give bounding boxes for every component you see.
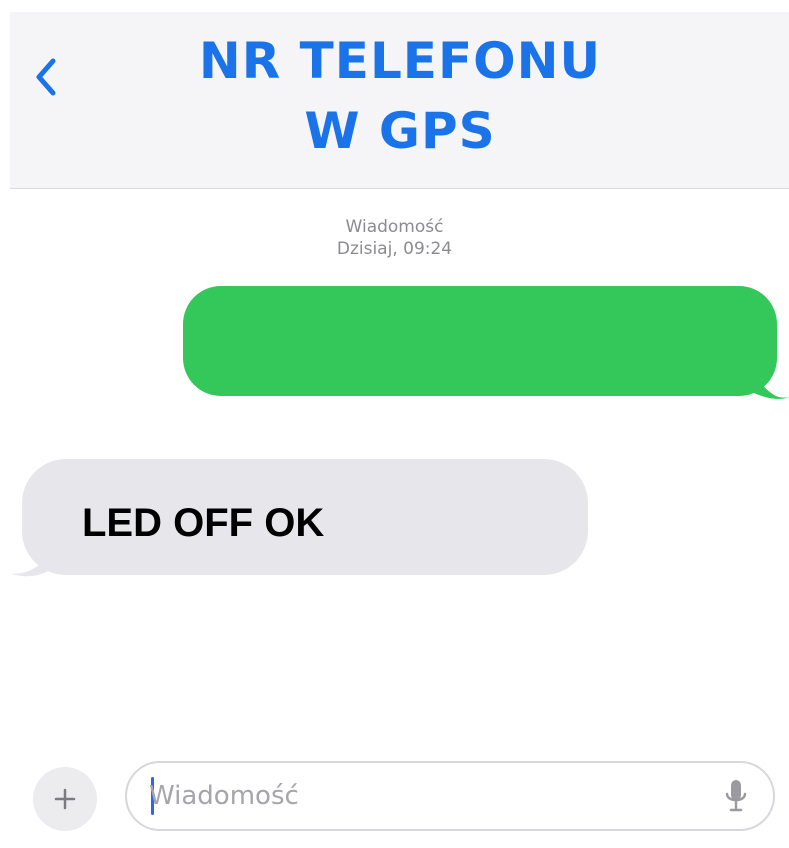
incoming-bubble-tail	[10, 538, 54, 577]
incoming-message-bubble[interactable]: LED OFF OK	[22, 459, 588, 575]
outgoing-message-bubble[interactable]	[183, 286, 777, 396]
incoming-message-text: LED OFF OK	[82, 500, 325, 545]
back-button[interactable]	[26, 52, 66, 102]
timestamp-label: Wiadomość	[345, 217, 444, 237]
microphone-icon	[725, 780, 747, 812]
timestamp-time: Dzisiaj, 09:24	[336, 239, 453, 259]
page-title-line-1: NR TELEFONU	[198, 32, 602, 90]
message-input[interactable]	[149, 773, 669, 819]
outgoing-bubble-tail	[752, 362, 789, 399]
chevron-left-icon	[36, 58, 56, 96]
message-field[interactable]	[125, 761, 775, 831]
page-title-line-2: W GPS	[304, 102, 496, 160]
conversation-header: NR TELEFONU W GPS	[10, 12, 789, 189]
page-title: NR TELEFONU W GPS	[130, 26, 670, 166]
dictation-button[interactable]	[720, 775, 752, 817]
add-attachment-button[interactable]	[33, 767, 97, 831]
plus-icon	[54, 788, 76, 810]
message-timestamp: Wiadomość Dzisiaj, 09:24	[0, 216, 789, 260]
